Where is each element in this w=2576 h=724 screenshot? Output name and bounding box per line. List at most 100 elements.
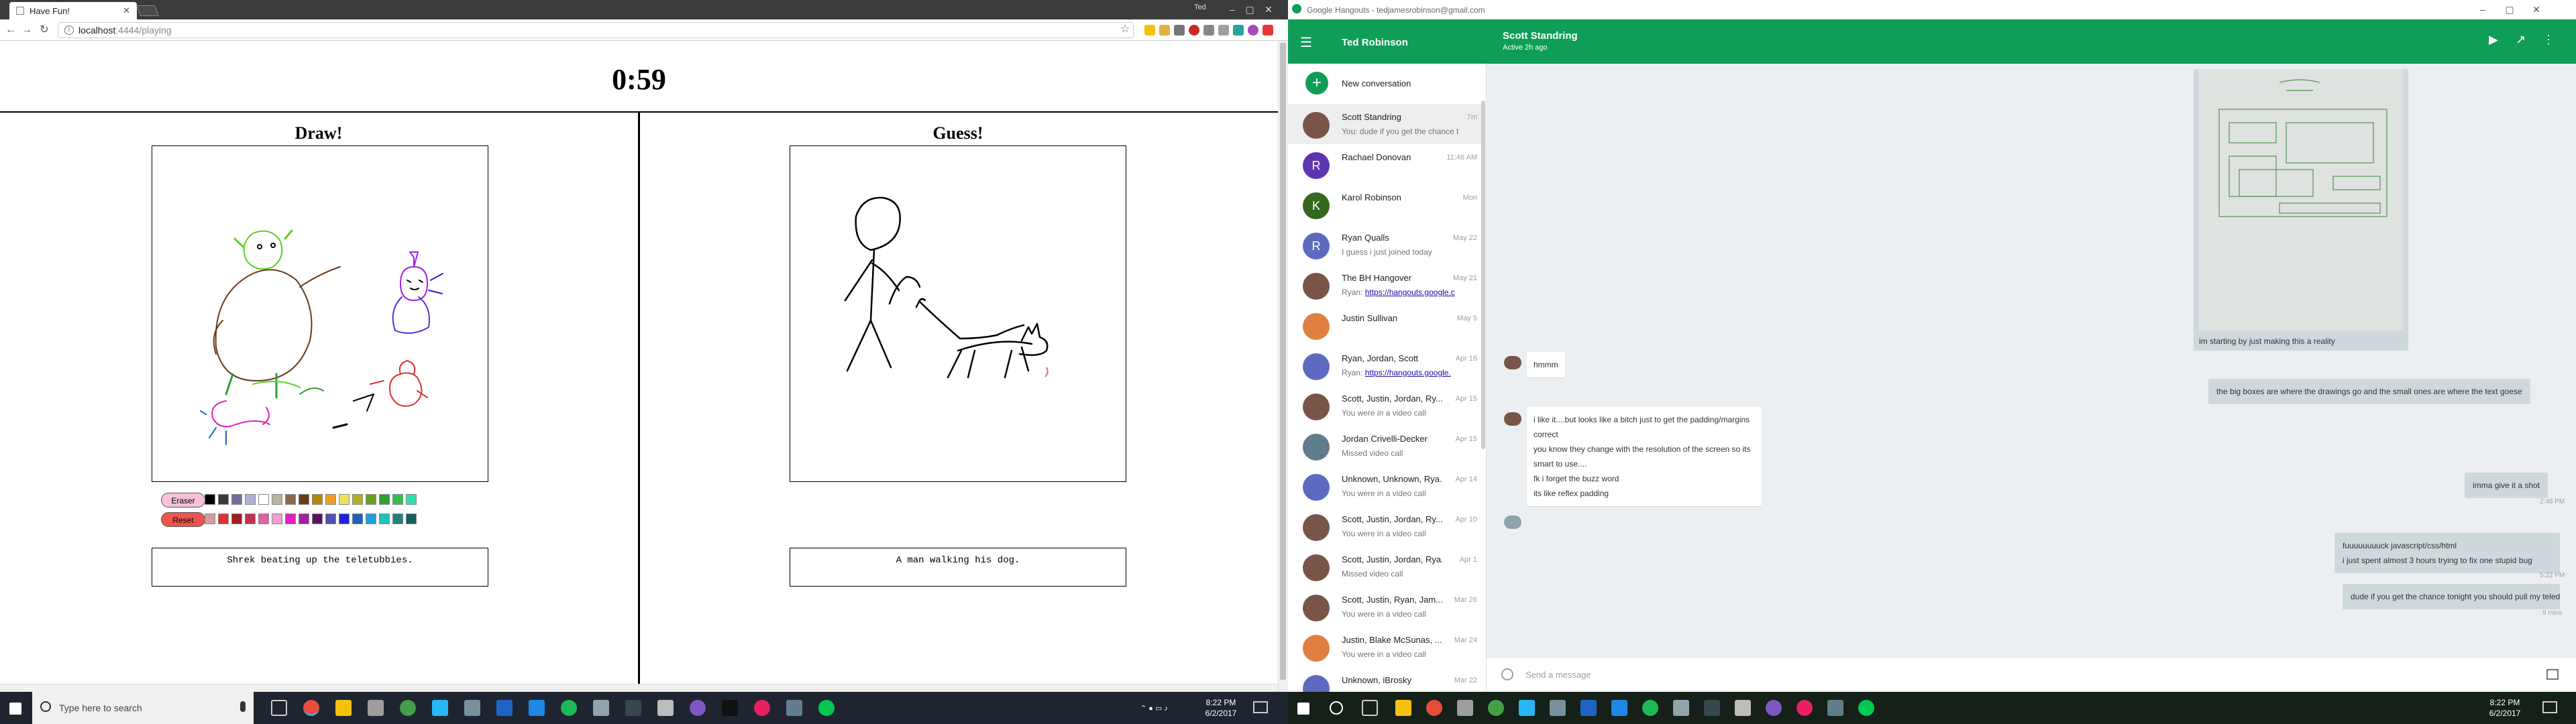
notifications-icon[interactable] bbox=[1253, 701, 1268, 713]
extension-icon[interactable] bbox=[1189, 25, 1199, 36]
color-swatch[interactable] bbox=[299, 494, 309, 505]
color-swatch[interactable] bbox=[366, 494, 376, 505]
color-swatch[interactable] bbox=[352, 514, 363, 524]
app-icon[interactable] bbox=[400, 700, 416, 716]
color-swatch[interactable] bbox=[245, 514, 256, 524]
extension-icon[interactable] bbox=[1248, 25, 1258, 36]
conversation-item[interactable]: Scott Standring 7m You: dude if you get th… bbox=[1288, 104, 1487, 144]
color-swatch[interactable] bbox=[339, 514, 350, 524]
color-swatch[interactable] bbox=[406, 494, 417, 505]
app-icon[interactable] bbox=[1488, 700, 1504, 716]
attach-image-icon[interactable] bbox=[2546, 669, 2559, 680]
info-icon[interactable]: i bbox=[64, 25, 74, 35]
taskbar-clock[interactable]: 8:22 PM 6/2/2017 bbox=[1194, 697, 1248, 719]
video-call-icon[interactable]: ▶ bbox=[2489, 33, 2498, 47]
color-swatch[interactable] bbox=[392, 514, 403, 524]
eraser-button[interactable]: Eraser bbox=[161, 493, 205, 507]
color-swatch[interactable] bbox=[325, 494, 336, 505]
spotify-icon[interactable] bbox=[1642, 700, 1658, 716]
extension-icon[interactable] bbox=[1174, 25, 1185, 36]
app-icon[interactable] bbox=[786, 700, 802, 716]
file-explorer-icon[interactable] bbox=[335, 700, 352, 716]
drawing-canvas[interactable] bbox=[152, 145, 488, 482]
conversation-item[interactable]: Scott, Justin, Jordan, Ry... Apr 10 You we… bbox=[1288, 506, 1487, 546]
conversation-item[interactable]: R Ryan Qualls May 22 I guess i just joined … bbox=[1288, 225, 1487, 265]
preview-link[interactable]: https://hangouts.google. bbox=[1365, 368, 1451, 377]
close-window-icon[interactable]: ✕ bbox=[1261, 3, 1276, 16]
color-swatch[interactable] bbox=[352, 494, 363, 505]
app-icon[interactable] bbox=[722, 700, 738, 716]
message-input[interactable]: Send a message bbox=[1525, 670, 1591, 680]
conversation-scrollbar[interactable] bbox=[1481, 101, 1485, 449]
profile-label[interactable]: Ted bbox=[1194, 3, 1213, 13]
color-swatch[interactable] bbox=[379, 494, 390, 505]
task-view-icon[interactable] bbox=[271, 700, 287, 716]
conversation-item[interactable]: Ryan, Jordan, Scott Apr 16 Ryan: https://h… bbox=[1288, 345, 1487, 385]
tab-close-icon[interactable]: ✕ bbox=[123, 5, 130, 16]
extension-icon[interactable] bbox=[1203, 25, 1214, 36]
app-icon[interactable] bbox=[657, 700, 674, 716]
color-swatch[interactable] bbox=[285, 494, 296, 505]
preview-link[interactable]: https://hangouts.google.c bbox=[1365, 288, 1455, 297]
spotify-icon[interactable] bbox=[561, 700, 577, 716]
conversation-item[interactable]: K Karol Robinson Mon bbox=[1288, 184, 1487, 225]
scrollbar-thumb[interactable] bbox=[1280, 43, 1286, 680]
notifications-icon[interactable] bbox=[2542, 701, 2557, 713]
reload-icon[interactable]: ↻ bbox=[38, 23, 51, 37]
word-icon[interactable] bbox=[1580, 700, 1597, 716]
app-icon[interactable] bbox=[529, 700, 545, 716]
new-conversation-button[interactable]: + New conversation bbox=[1288, 64, 1487, 104]
file-explorer-icon[interactable] bbox=[1395, 700, 1411, 716]
conversation-item[interactable]: Justin, Blake McSunas, ... Mar 24 You were… bbox=[1288, 627, 1487, 667]
extension-icon[interactable] bbox=[1218, 25, 1229, 36]
chrome-icon[interactable] bbox=[1426, 700, 1442, 716]
taskbar-search-box[interactable]: Type here to search bbox=[32, 692, 254, 724]
new-tab-button[interactable] bbox=[136, 5, 159, 16]
whiteboard-photo[interactable] bbox=[2199, 69, 2403, 330]
word-icon[interactable] bbox=[496, 700, 513, 716]
app-icon[interactable] bbox=[1766, 700, 1782, 716]
menu-icon[interactable]: ☰ bbox=[1300, 34, 1312, 51]
color-swatch[interactable] bbox=[312, 514, 323, 524]
app-icon[interactable] bbox=[368, 700, 384, 716]
app-icon[interactable] bbox=[625, 700, 641, 716]
windows-start-icon[interactable] bbox=[9, 703, 21, 715]
color-swatch[interactable] bbox=[299, 514, 309, 524]
search-icon[interactable] bbox=[1330, 701, 1343, 715]
color-swatch[interactable] bbox=[325, 514, 336, 524]
app-icon[interactable] bbox=[690, 700, 706, 716]
conversation-item[interactable]: The BH Hangover May 21 Ryan: https://hango… bbox=[1288, 265, 1487, 305]
minimize-icon[interactable]: – bbox=[1225, 3, 1240, 16]
color-swatch[interactable] bbox=[218, 514, 229, 524]
hangouts-taskbar-icon[interactable] bbox=[1858, 700, 1874, 716]
bookmark-star-icon[interactable]: ☆ bbox=[1120, 22, 1130, 36]
conversation-item[interactable]: Unknown, Unknown, Rya... Apr 14 You were i… bbox=[1288, 466, 1487, 506]
task-view-icon[interactable] bbox=[1362, 700, 1378, 716]
color-swatch[interactable] bbox=[285, 514, 296, 524]
color-swatch[interactable] bbox=[258, 514, 269, 524]
color-swatch[interactable] bbox=[245, 494, 256, 505]
color-swatch[interactable] bbox=[258, 494, 269, 505]
reset-button[interactable]: Reset bbox=[161, 512, 205, 527]
extension-icon[interactable] bbox=[1263, 25, 1273, 36]
app-icon[interactable] bbox=[593, 700, 609, 716]
maximize-icon[interactable]: ▢ bbox=[2502, 3, 2517, 16]
minimize-icon[interactable]: – bbox=[2475, 3, 2490, 16]
horizontal-scrollbar[interactable] bbox=[0, 684, 1278, 692]
color-swatch[interactable] bbox=[231, 514, 242, 524]
color-swatch[interactable] bbox=[312, 494, 323, 505]
hangouts-taskbar-icon[interactable] bbox=[818, 700, 835, 716]
extension-icon[interactable] bbox=[1144, 25, 1155, 36]
back-icon[interactable]: ← bbox=[4, 23, 17, 37]
extension-icon[interactable] bbox=[1233, 25, 1244, 36]
address-bar[interactable]: i localhost:4444/playing bbox=[58, 22, 1134, 38]
close-window-icon[interactable]: ✕ bbox=[2529, 3, 2544, 16]
color-swatch[interactable] bbox=[392, 494, 403, 505]
conversation-item[interactable]: Jordan Crivelli-Decker Apr 15 Missed video… bbox=[1288, 426, 1487, 466]
calendar-icon[interactable] bbox=[1550, 700, 1566, 716]
popout-icon[interactable]: ↗ bbox=[2516, 33, 2526, 47]
app-icon[interactable] bbox=[754, 700, 770, 716]
app-icon[interactable] bbox=[1704, 700, 1720, 716]
app-icon[interactable] bbox=[1827, 700, 1843, 716]
chrome-icon[interactable] bbox=[303, 700, 319, 716]
